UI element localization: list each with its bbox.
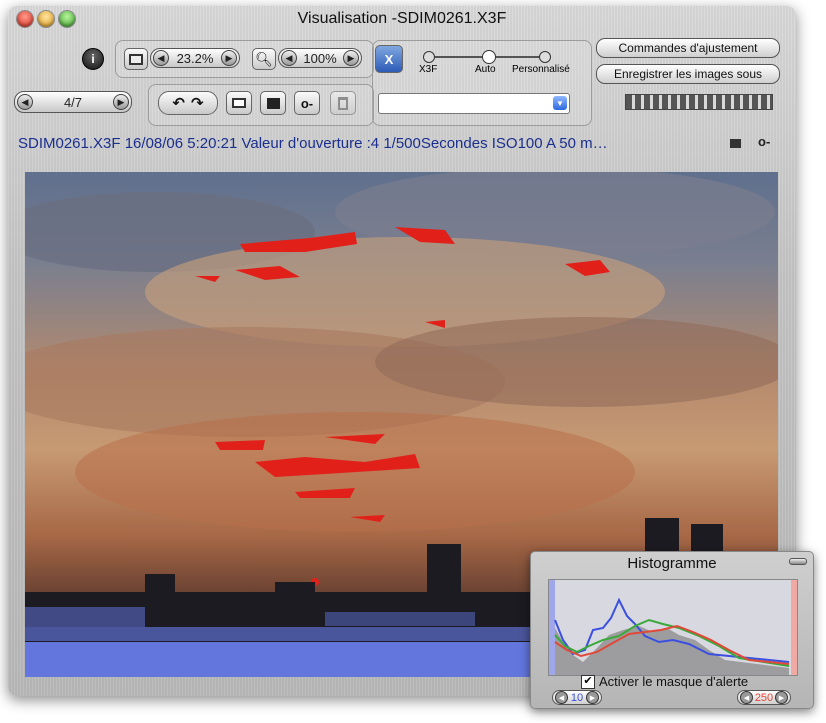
decrease-magnify-icon[interactable]: ◀ <box>281 50 297 66</box>
alert-mask-check-icon[interactable]: ✔ <box>581 674 595 689</box>
next-image-icon[interactable]: ▶ <box>112 94 129 110</box>
fit-zoom-stepper[interactable]: ◀ 23.2% ▶ <box>150 48 240 68</box>
auto-label: Auto <box>475 64 496 75</box>
mode-slider-x3f-stop[interactable] <box>423 51 435 63</box>
high-threshold-value: 250 <box>754 691 774 704</box>
key-icon: o- <box>300 95 314 111</box>
print-button[interactable] <box>226 91 252 115</box>
save-images-as-button[interactable]: Enregistrer les images sous <box>596 64 780 84</box>
histogram-panel[interactable]: Histogramme ✔ Activer le masque d'alerte… <box>530 551 814 709</box>
rotate-group-button[interactable]: ↶ ↷ <box>158 91 218 115</box>
print-icon <box>232 98 246 108</box>
adjust-controls-button[interactable]: Commandes d'ajustement <box>596 38 780 58</box>
fit-icon <box>129 53 143 65</box>
page-counter: 4/7 <box>63 94 83 110</box>
previous-image-icon[interactable]: ◀ <box>17 94 33 110</box>
magnify-icon: 🔍︎ <box>255 50 273 67</box>
x3f-mode-button[interactable]: X <box>375 45 403 73</box>
luminance-area <box>555 626 789 675</box>
mode-slider-custom-stop[interactable] <box>539 51 551 63</box>
x3f-mode-icon: X <box>384 51 394 67</box>
alert-mask-checkbox[interactable]: ✔ Activer le masque d'alerte <box>581 674 748 689</box>
dropdown-arrow-icon[interactable]: ▼ <box>553 96 567 110</box>
increase-zoom-fit-icon[interactable]: ▶ <box>221 50 237 66</box>
low-clip-band <box>549 580 555 675</box>
alert-mask-label: Activer le masque d'alerte <box>599 674 749 689</box>
image-info-line: SDIM0261.X3F 16/08/06 5:20:21 Valeur d'o… <box>18 135 608 152</box>
page-navigator[interactable]: ◀ 4/7 ▶ <box>14 91 132 113</box>
custom-label: Personnalisé <box>512 64 570 75</box>
low-threshold-value: 10 <box>570 691 584 704</box>
delete-button[interactable] <box>330 91 356 115</box>
lock-button[interactable]: o- <box>294 91 320 115</box>
fit-zoom-value: 23.2% <box>176 50 214 66</box>
rotate-right-icon[interactable]: ↷ <box>191 94 204 112</box>
trash-icon <box>338 96 348 110</box>
info-flag-icon[interactable] <box>730 139 741 148</box>
magnify-zoom-value: 100% <box>303 50 337 66</box>
preset-select[interactable]: ▼ <box>378 93 570 114</box>
mode-slider-auto-stop[interactable] <box>482 50 496 64</box>
flag-button[interactable] <box>260 91 286 115</box>
high-clip-band <box>791 580 797 675</box>
magnify-zoom-stepper[interactable]: ◀ 100% ▶ <box>278 48 362 68</box>
histogram-title: Histogramme <box>627 555 717 572</box>
progress-meter <box>625 94 773 110</box>
fit-button[interactable] <box>124 48 148 70</box>
high-threshold-stepper[interactable]: ◀ 250 ▶ <box>737 690 791 705</box>
window-title: Visualisation -SDIM0261.X3F <box>297 10 507 27</box>
info-key-icon[interactable]: o- <box>758 134 770 149</box>
decrease-zoom-fit-icon[interactable]: ◀ <box>153 50 169 66</box>
high-threshold-decrease-icon[interactable]: ◀ <box>740 691 753 704</box>
histogram-plot <box>548 579 798 676</box>
high-threshold-increase-icon[interactable]: ▶ <box>774 691 788 704</box>
flag-icon <box>266 97 280 109</box>
histogram-collapse-button[interactable] <box>789 558 807 565</box>
info-button[interactable]: i <box>82 48 104 70</box>
increase-magnify-icon[interactable]: ▶ <box>343 50 359 66</box>
info-icon: i <box>91 52 95 66</box>
low-threshold-stepper[interactable]: ◀ 10 ▶ <box>552 690 602 705</box>
rotate-left-icon[interactable]: ↶ <box>172 94 185 112</box>
low-threshold-decrease-icon[interactable]: ◀ <box>555 691 568 704</box>
x3f-label: X3F <box>419 64 438 75</box>
histogram-svg <box>549 580 797 675</box>
low-threshold-increase-icon[interactable]: ▶ <box>586 691 599 704</box>
magnify-button[interactable]: 🔍︎ <box>252 48 276 70</box>
